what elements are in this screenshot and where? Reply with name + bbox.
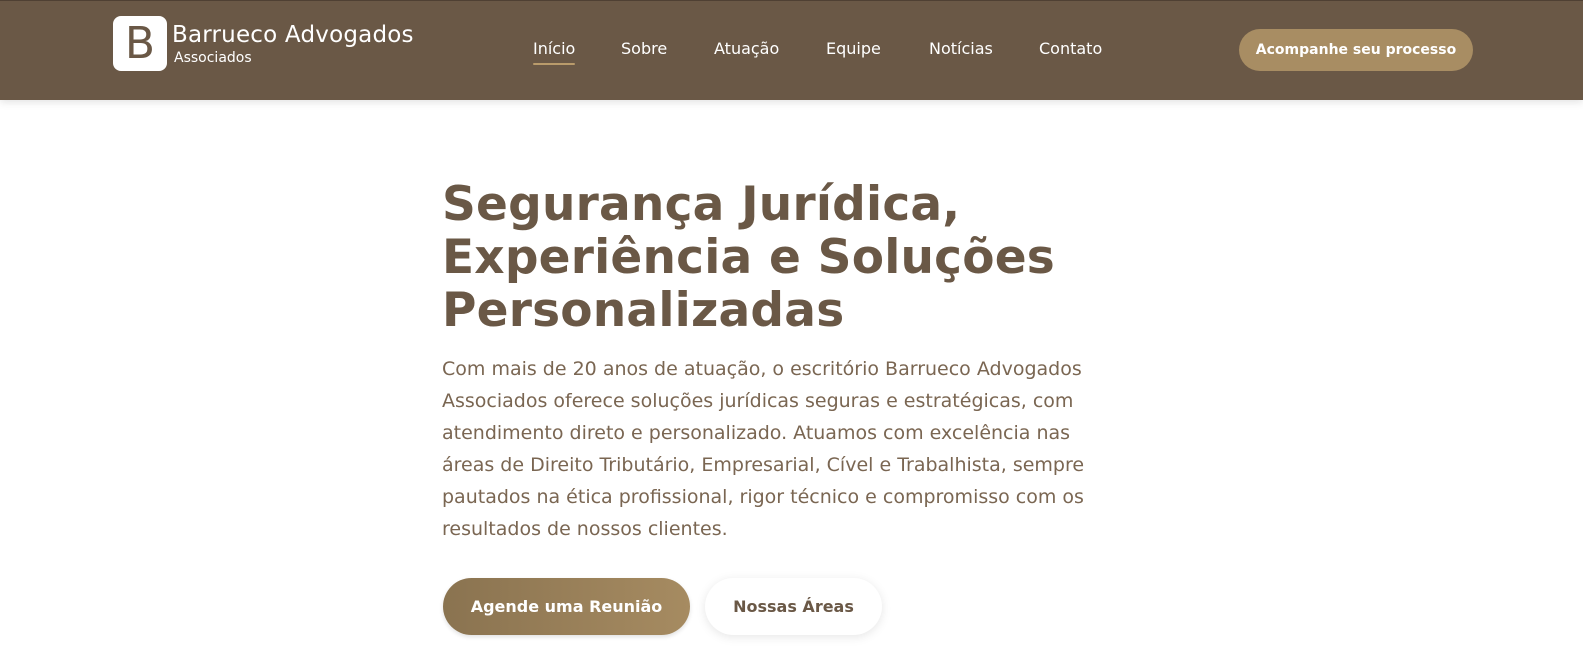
nav-item-inicio[interactable]: Início <box>533 38 576 65</box>
hero-section: Segurança Jurídica, Experiência e Soluçõ… <box>442 178 1142 545</box>
hero-description: Com mais de 20 anos de atuação, o escrit… <box>442 358 1085 540</box>
nav-item-contato[interactable]: Contato <box>1039 38 1102 60</box>
nav-item-equipe[interactable]: Equipe <box>826 38 881 60</box>
nav-item-atuacao[interactable]: Atuação <box>714 38 779 60</box>
nav-item-noticias[interactable]: Notícias <box>929 38 993 60</box>
hero-title: Segurança Jurídica, Experiência e Soluçõ… <box>442 177 1055 338</box>
schedule-meeting-button[interactable]: Agende uma Reunião <box>443 578 690 635</box>
brand[interactable]: B Barrueco Advogados Associados <box>113 16 414 72</box>
brand-logo: B <box>113 16 167 71</box>
practice-areas-button[interactable]: Nossas Áreas <box>705 578 882 635</box>
track-process-button[interactable]: Acompanhe seu processo <box>1239 29 1473 71</box>
nav-item-sobre[interactable]: Sobre <box>621 38 667 60</box>
brand-subtitle: Associados <box>174 50 252 66</box>
brand-name: Barrueco Advogados <box>172 22 414 48</box>
brand-text: Barrueco Advogados Associados <box>172 16 414 66</box>
site-header: B Barrueco Advogados Associados Início S… <box>0 0 1583 100</box>
